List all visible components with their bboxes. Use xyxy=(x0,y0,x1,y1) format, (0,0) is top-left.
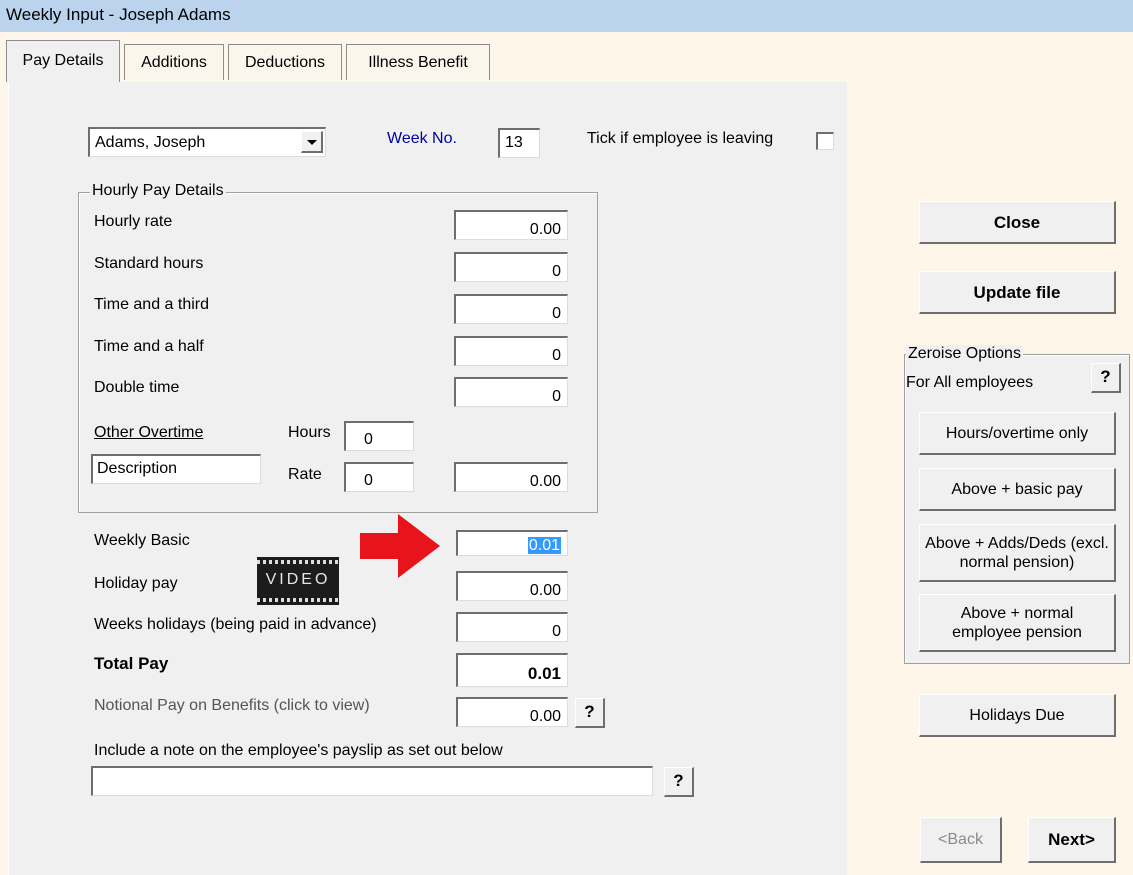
standard-hours-field[interactable]: 0 xyxy=(454,252,568,282)
chevron-down-icon[interactable] xyxy=(301,131,323,153)
back-button-label: <Back xyxy=(938,831,983,848)
note-help-button[interactable]: ? xyxy=(664,767,694,797)
other-rate-field[interactable]: 0 xyxy=(344,462,414,492)
payslip-note-label: Include a note on the employee's payslip… xyxy=(94,742,503,759)
close-button[interactable]: Close xyxy=(919,201,1116,244)
time-half-label: Time and a half xyxy=(94,338,204,355)
red-arrow-icon xyxy=(360,514,442,583)
title-bar: Weekly Input - Joseph Adams xyxy=(0,0,1133,32)
hourly-pay-legend: Hourly Pay Details xyxy=(90,182,226,200)
double-time-field[interactable]: 0 xyxy=(454,377,568,407)
notional-pay-field: 0.00 xyxy=(456,697,568,727)
zeroise-legend: Zeroise Options xyxy=(906,345,1023,363)
zeroise-adds-deds-label: Above + Adds/Deds (excl. normal pension) xyxy=(925,534,1109,571)
notional-help-button[interactable]: ? xyxy=(575,698,605,728)
tab-illness-benefit[interactable]: Illness Benefit xyxy=(346,44,490,80)
hours-label: Hours xyxy=(288,424,331,441)
zeroise-basic-pay-button[interactable]: Above + basic pay xyxy=(919,468,1116,511)
holiday-pay-field[interactable]: 0.00 xyxy=(456,571,568,601)
holiday-pay-label: Holiday pay xyxy=(94,575,178,592)
total-pay-field: 0.01 xyxy=(456,653,568,687)
payslip-note-field[interactable] xyxy=(91,766,653,796)
tab-additions[interactable]: Additions xyxy=(124,44,224,80)
holidays-due-button[interactable]: Holidays Due xyxy=(919,694,1116,737)
back-button[interactable]: <Back xyxy=(920,817,1002,863)
total-pay-label: Total Pay xyxy=(94,654,169,673)
overtime-total-field: 0.00 xyxy=(454,462,568,492)
double-time-label: Double time xyxy=(94,379,180,396)
time-third-field[interactable]: 0 xyxy=(454,294,568,324)
tab-deductions[interactable]: Deductions xyxy=(228,44,342,80)
hourly-rate-field[interactable]: 0.00 xyxy=(454,210,568,240)
tab-pay-details[interactable]: Pay Details xyxy=(6,40,120,82)
next-button-label: Next> xyxy=(1048,830,1095,849)
weekly-basic-field[interactable]: 0.01 xyxy=(456,530,568,556)
leaving-label: Tick if employee is leaving xyxy=(587,130,774,147)
other-hours-field[interactable]: 0 xyxy=(344,421,414,451)
zeroise-hours-overtime-label: Hours/overtime only xyxy=(945,424,1089,442)
zeroise-adds-deds-button[interactable]: Above + Adds/Deds (excl. normal pension) xyxy=(919,524,1116,582)
zeroise-pension-label: Above + normal employee pension xyxy=(952,604,1082,641)
weeks-holidays-field[interactable]: 0 xyxy=(456,612,568,642)
update-file-label: Update file xyxy=(973,282,1061,302)
standard-hours-label: Standard hours xyxy=(94,255,204,272)
video-label: VIDEO xyxy=(265,571,331,588)
zeroise-subtitle: For All employees xyxy=(906,374,1034,391)
week-no-label: Week No. xyxy=(387,130,457,147)
window-title: Weekly Input - Joseph Adams xyxy=(6,5,231,24)
next-button[interactable]: Next> xyxy=(1028,817,1116,863)
hourly-rate-label: Hourly rate xyxy=(94,213,173,230)
time-half-field[interactable]: 0 xyxy=(454,336,568,366)
zeroise-pension-button[interactable]: Above + normal employee pension xyxy=(919,594,1116,652)
weekly-basic-value: 0.01 xyxy=(527,537,561,554)
week-no-field[interactable]: 13 xyxy=(498,128,540,158)
weekly-basic-label: Weekly Basic xyxy=(94,532,190,549)
close-button-label: Close xyxy=(993,212,1041,232)
employee-select-value: Adams, Joseph xyxy=(95,134,206,151)
overtime-description-field[interactable]: Description xyxy=(91,454,261,484)
employee-select[interactable]: Adams, Joseph xyxy=(88,127,326,157)
time-third-label: Time and a third xyxy=(94,296,210,313)
holidays-due-label: Holidays Due xyxy=(969,706,1065,724)
zeroise-hours-overtime-button[interactable]: Hours/overtime only xyxy=(919,412,1116,455)
update-file-button[interactable]: Update file xyxy=(919,271,1116,314)
leaving-checkbox[interactable] xyxy=(816,132,834,150)
rate-label: Rate xyxy=(288,466,322,483)
zeroise-basic-pay-label: Above + basic pay xyxy=(951,480,1083,498)
notional-pay-label[interactable]: Notional Pay on Benefits (click to view) xyxy=(94,697,370,715)
other-overtime-label: Other Overtime xyxy=(94,424,204,441)
zeroise-help-button[interactable]: ? xyxy=(1091,363,1121,393)
weeks-holidays-label: Weeks holidays (being paid in advance) xyxy=(94,616,377,633)
video-icon[interactable]: VIDEO xyxy=(257,557,339,605)
